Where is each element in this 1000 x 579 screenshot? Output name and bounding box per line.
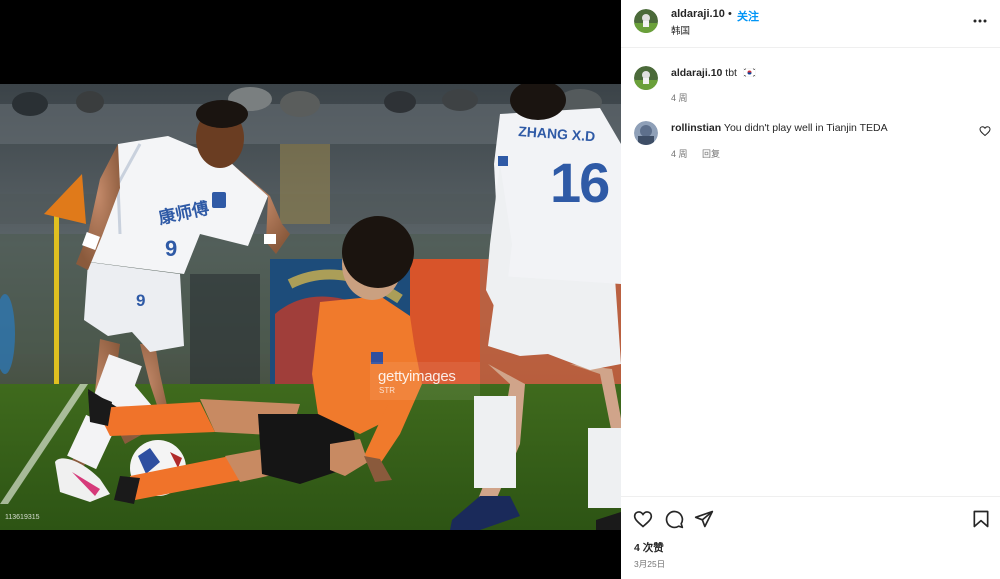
caption-meta: 4 周	[671, 91, 700, 104]
avatar-image	[634, 121, 658, 145]
comment-like-heart-icon[interactable]	[979, 125, 991, 137]
image-id-label: 113619315	[5, 514, 40, 521]
comment-meta: 4 周 回复	[671, 147, 732, 160]
caption-username[interactable]: aldaraji.10	[671, 67, 722, 79]
getty-credit: STR	[379, 386, 395, 395]
comment-timestamp[interactable]: 4 周	[671, 149, 688, 159]
caption-line: aldaraji.10 tbt	[671, 67, 756, 79]
send-icon[interactable]	[694, 509, 714, 529]
follow-button[interactable]: 关注	[737, 8, 759, 24]
heart-icon[interactable]	[633, 509, 653, 529]
comment-text: You didn't play well in Tianjin TEDA	[723, 122, 888, 134]
football-match-image: 9 康师傅 9 ZHANG X.D 16	[0, 84, 621, 530]
more-horizontal-icon[interactable]	[971, 12, 989, 30]
avatar[interactable]	[634, 66, 658, 90]
avatar-image	[634, 66, 658, 90]
instagram-post-viewer: 9 康师傅 9 ZHANG X.D 16 gettyimages STR 113…	[0, 0, 1000, 579]
svg-text:16: 16	[550, 151, 609, 214]
post-location[interactable]: 韩国	[671, 23, 690, 37]
media-pane: 9 康师傅 9 ZHANG X.D 16 gettyimages STR 113…	[0, 0, 621, 579]
avatar-image	[634, 9, 658, 33]
comment-icon[interactable]	[664, 509, 684, 529]
separator-dot: •	[728, 8, 732, 20]
avatar[interactable]	[634, 9, 658, 33]
reply-button[interactable]: 回复	[702, 149, 720, 159]
south-korea-flag-icon	[742, 68, 756, 77]
post-actions: 4 次赞 3月25日	[621, 496, 1000, 579]
caption-text: tbt	[725, 67, 737, 79]
post-side-panel: aldaraji.10 • 关注 韩国 aldaraji.10 tbt 4 周 …	[621, 0, 1000, 579]
caption-timestamp[interactable]: 4 周	[671, 93, 688, 103]
svg-text:9: 9	[136, 291, 145, 310]
post-header: aldaraji.10 • 关注 韩国	[621, 0, 1000, 48]
post-photo[interactable]: 9 康师傅 9 ZHANG X.D 16 gettyimages STR 113…	[0, 84, 621, 530]
avatar[interactable]	[634, 121, 658, 145]
getty-watermark: gettyimages	[378, 368, 456, 385]
like-count[interactable]: 4 次赞	[634, 540, 664, 555]
post-author-username[interactable]: aldaraji.10	[671, 8, 725, 20]
svg-text:9: 9	[165, 236, 177, 261]
bookmark-icon[interactable]	[971, 509, 991, 529]
post-date[interactable]: 3月25日	[634, 558, 665, 570]
comment-username[interactable]: rollinstian	[671, 122, 721, 134]
comment-line: rollinstian You didn't play well in Tian…	[671, 122, 888, 134]
